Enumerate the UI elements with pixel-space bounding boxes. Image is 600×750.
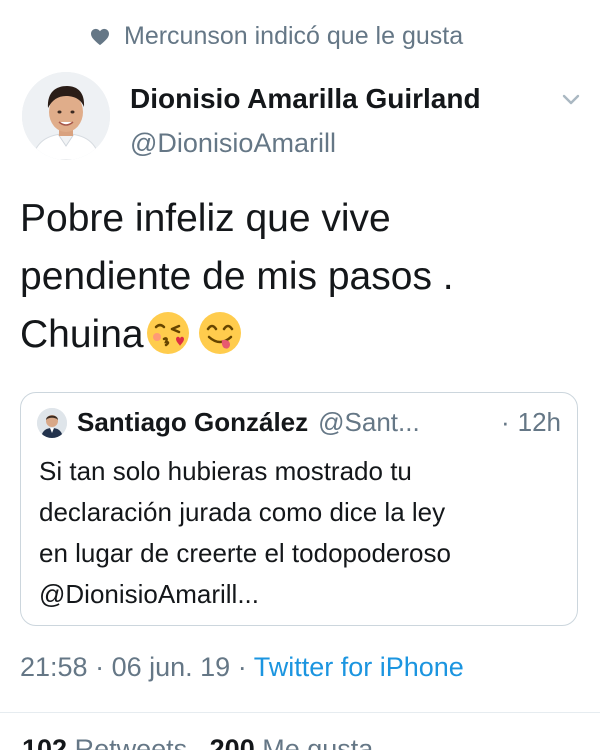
author-name[interactable]: Dionisio Amarilla Guirland bbox=[130, 82, 481, 116]
face-blowing-kiss-emoji-icon bbox=[144, 309, 192, 357]
divider bbox=[0, 712, 600, 713]
social-context-text: Mercunson indicó que le gusta bbox=[124, 22, 464, 50]
tweet-line-2: pendiente de mis pasos . bbox=[20, 255, 454, 298]
quoted-tweet-header: Santiago González @Sant... · 12h bbox=[37, 407, 561, 438]
chevron-down-icon[interactable] bbox=[560, 88, 582, 110]
face-savoring-food-emoji-icon bbox=[196, 309, 244, 357]
meta-separator-1: · bbox=[87, 652, 112, 682]
quoted-tweet-text: Si tan solo hubieras mostrado tu declara… bbox=[39, 451, 559, 615]
quoted-author-name[interactable]: Santiago González bbox=[77, 407, 308, 438]
social-context[interactable]: Mercunson indicó que le gusta bbox=[90, 22, 463, 51]
meta-separator-2: · bbox=[230, 652, 254, 682]
tweet-time[interactable]: 21:58 bbox=[20, 652, 88, 682]
quoted-tweet-card[interactable]: Santiago González @Sant... · 12h Si tan … bbox=[20, 392, 578, 626]
quoted-line-4: @DionisioAmarill... bbox=[39, 579, 259, 609]
author-info[interactable]: Dionisio Amarilla Guirland @DionisioAmar… bbox=[130, 82, 481, 160]
tweet-stats: 102 Retweets 200 Me gusta bbox=[22, 734, 373, 750]
quoted-line-3: en lugar de creerte el todopoderoso bbox=[39, 538, 451, 568]
avatar-photo-icon bbox=[22, 72, 110, 160]
author-handle[interactable]: @DionisioAmarill bbox=[130, 126, 481, 160]
likes-count[interactable]: 200 bbox=[210, 734, 255, 750]
quoted-timestamp[interactable]: 12h bbox=[518, 407, 561, 438]
tweet-metadata: 21:58 · 06 jun. 19 · Twitter for iPhone bbox=[20, 652, 464, 683]
author-avatar[interactable] bbox=[22, 72, 110, 160]
quoted-author-avatar[interactable] bbox=[37, 407, 67, 438]
tweet-page: Mercunson indicó que le gusta Dionisio A… bbox=[0, 0, 600, 750]
quoted-separator: · bbox=[500, 407, 510, 437]
quoted-line-2: declaración jurada como dice la ley bbox=[39, 497, 446, 527]
tweet-text: Pobre infeliz que vive pendiente de mis … bbox=[20, 190, 580, 364]
tweet-line-3-text: Chuina bbox=[20, 313, 144, 356]
quoted-line-1: Si tan solo hubieras mostrado tu bbox=[39, 456, 412, 486]
tweet-line-3: Chuina bbox=[20, 306, 580, 364]
tweet-date[interactable]: 06 jun. 19 bbox=[112, 652, 231, 682]
tweet-source-link[interactable]: Twitter for iPhone bbox=[254, 652, 464, 682]
heart-icon bbox=[90, 28, 110, 46]
retweets-count[interactable]: 102 bbox=[22, 734, 67, 750]
quoted-author-handle[interactable]: @Sant... bbox=[318, 407, 420, 438]
quoted-avatar-photo-icon bbox=[37, 407, 67, 438]
retweets-label[interactable]: Retweets bbox=[75, 734, 188, 750]
tweet-line-1: Pobre infeliz que vive bbox=[20, 197, 391, 240]
likes-label[interactable]: Me gusta bbox=[262, 734, 373, 750]
